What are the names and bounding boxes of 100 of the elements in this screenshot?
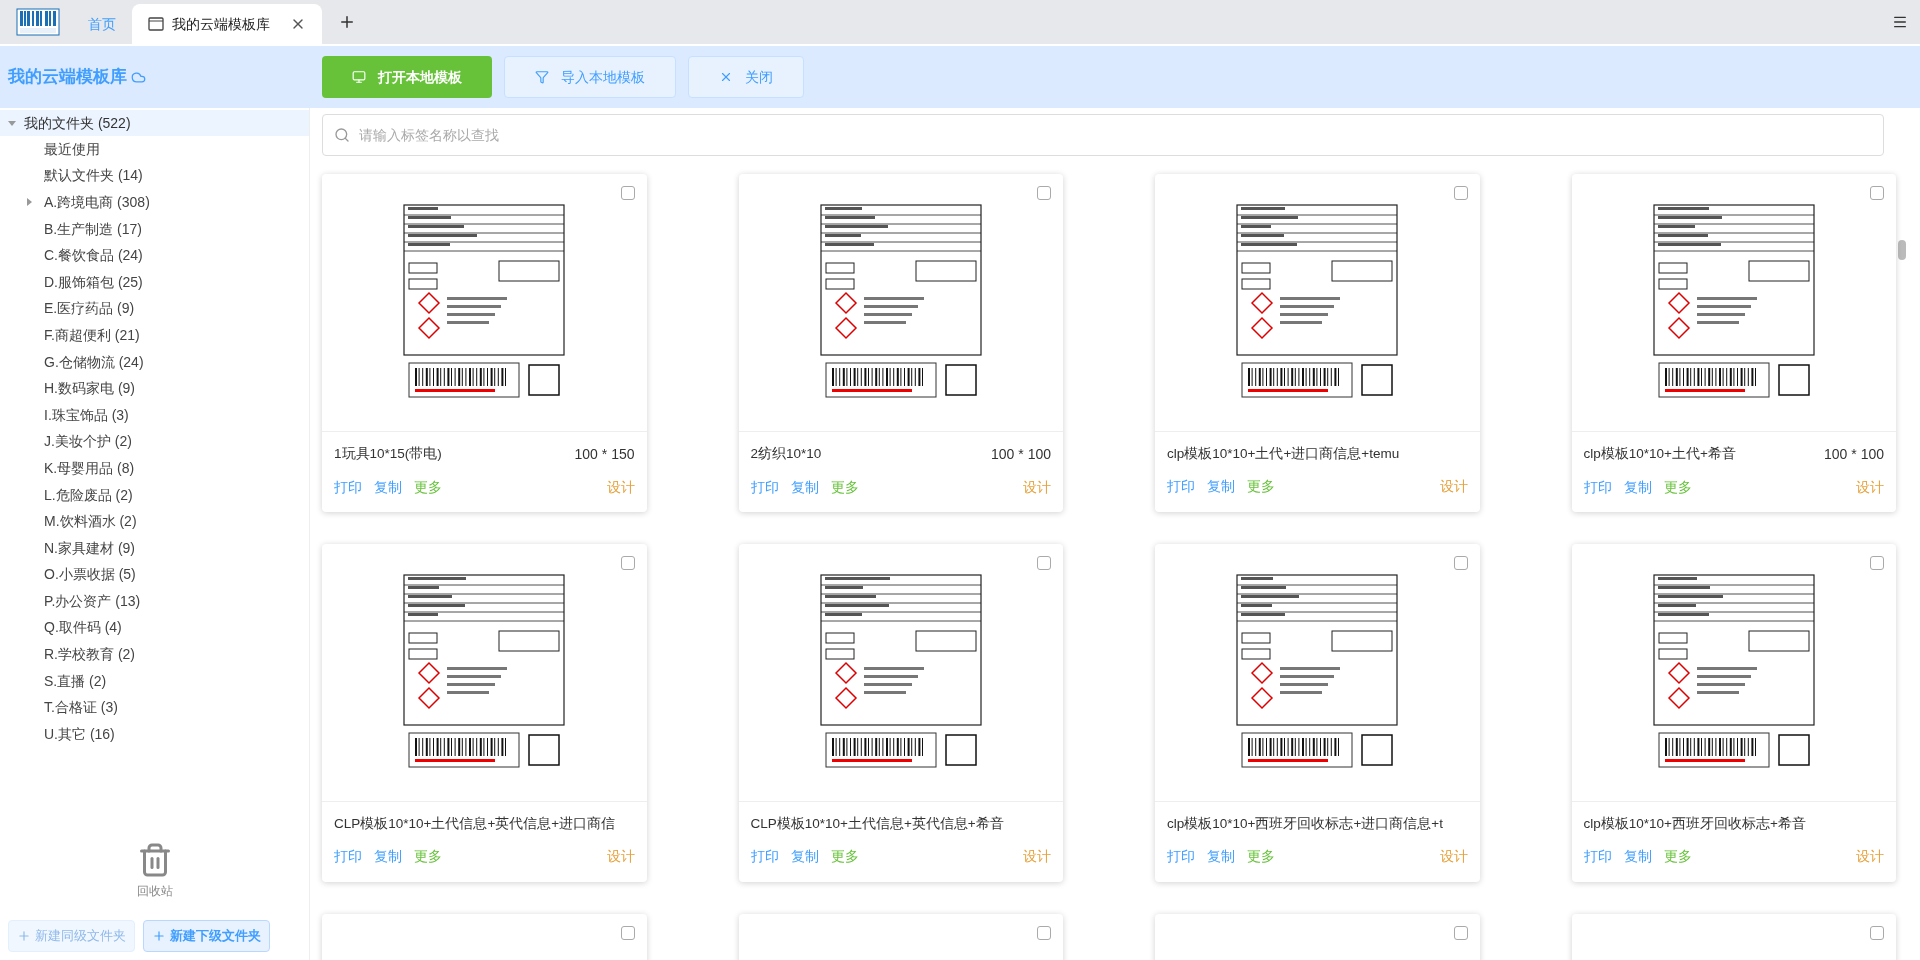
card-action-link[interactable]: 复制 bbox=[1207, 476, 1235, 498]
library-title: 我的云端模板库 bbox=[8, 66, 127, 89]
template-title: clp模板10*10+西班牙回收标志+希音 bbox=[1583, 815, 1806, 833]
tree-item[interactable]: I.珠宝饰品 (3) bbox=[0, 401, 309, 429]
template-card[interactable]: clp模板10*10+土代+希音 100 * 100 打印 复制 更多 设计 bbox=[1571, 174, 1896, 512]
card-action-link[interactable]: 复制 bbox=[1623, 477, 1652, 498]
tree-item[interactable]: 默认文件夹 (14) bbox=[0, 162, 309, 190]
design-link[interactable]: 设计 bbox=[1439, 846, 1468, 868]
window-icon bbox=[148, 17, 164, 31]
tree-item[interactable]: R.学校教育 (2) bbox=[0, 641, 309, 668]
design-link[interactable]: 设计 bbox=[1023, 477, 1051, 498]
template-title: CLP模板10*10+土代信息+英代信息+进口商信 bbox=[334, 815, 616, 833]
checkbox[interactable] bbox=[620, 186, 635, 200]
logo-icon bbox=[16, 8, 60, 36]
card-action-link[interactable]: 更多 bbox=[1663, 846, 1692, 868]
checkbox[interactable] bbox=[1453, 186, 1468, 200]
card-action-link[interactable]: 复制 bbox=[1207, 846, 1235, 868]
card-action-link[interactable]: 复制 bbox=[790, 477, 819, 498]
toolbar-button[interactable]: 关闭 bbox=[688, 56, 804, 98]
card-action-link[interactable]: 打印 bbox=[1583, 846, 1612, 868]
tree-item[interactable]: C.餐饮食品 (24) bbox=[0, 242, 309, 269]
tree-item[interactable]: P.办公资产 (13) bbox=[0, 588, 309, 615]
checkbox[interactable] bbox=[1870, 926, 1884, 940]
template-card[interactable]: clp模板10*10+西班牙回收标志+希音 打印 复制 更多 设计 bbox=[1571, 544, 1896, 882]
tree-item[interactable]: 我的文件夹 (522) bbox=[0, 110, 309, 136]
search-field[interactable]: 请输入标签名称以查找 bbox=[322, 114, 1884, 156]
design-link[interactable]: 设计 bbox=[1439, 476, 1468, 498]
card-action-link[interactable]: 更多 bbox=[414, 846, 442, 868]
card-action-link[interactable]: 复制 bbox=[374, 846, 402, 868]
design-link[interactable]: 设计 bbox=[1023, 846, 1051, 868]
template-size: 100 * 100 bbox=[991, 445, 1051, 464]
new-folder-button[interactable]: 新建下级文件夹 bbox=[143, 920, 270, 952]
tree-item[interactable]: D.服饰箱包 (25) bbox=[0, 268, 309, 296]
monitor-icon bbox=[352, 70, 366, 84]
template-card[interactable]: CLP模板10*10+土代信息+英代信息+希音 打印 复制 更多 设计 bbox=[738, 544, 1063, 882]
tree-item[interactable]: E.医疗药品 (9) bbox=[0, 295, 309, 323]
tab[interactable]: 我的云端模板库 bbox=[132, 4, 322, 44]
checkbox[interactable] bbox=[620, 926, 635, 940]
checkbox[interactable] bbox=[1453, 926, 1468, 940]
template-title: clp模板10*10+土代+希音 bbox=[1583, 445, 1736, 464]
new-tab-icon[interactable] bbox=[338, 13, 356, 31]
template-title: 1玩具10*15(带电) bbox=[334, 445, 442, 464]
tree-item[interactable]: J.美妆个护 (2) bbox=[0, 428, 309, 456]
template-card[interactable]: clp模板10*10+西班牙回收标志+进口商信息+t 打印 复制 更多 设计 bbox=[1155, 544, 1480, 882]
tab[interactable]: 首页 bbox=[72, 4, 132, 44]
card-action-link[interactable]: 打印 bbox=[1583, 477, 1612, 498]
card-action-link[interactable]: 复制 bbox=[1623, 846, 1652, 868]
design-link[interactable]: 设计 bbox=[606, 477, 635, 498]
tree-item[interactable]: F.商超便利 (21) bbox=[0, 322, 309, 349]
template-card[interactable]: 2纺织10*10 100 * 100 打印 复制 更多 设计 bbox=[738, 174, 1063, 512]
template-card[interactable]: CLP模板10*10+土代信息+英代信息+进口商信 打印 复制 更多 设计 bbox=[322, 544, 647, 882]
card-action-link[interactable]: 打印 bbox=[750, 477, 779, 498]
card-action-link[interactable]: 复制 bbox=[374, 477, 402, 498]
tree-item[interactable]: G.仓储物流 (24) bbox=[0, 348, 309, 376]
design-link[interactable]: 设计 bbox=[606, 846, 635, 868]
plus-icon bbox=[17, 929, 31, 943]
tree-item[interactable]: 最近使用 bbox=[0, 136, 309, 163]
design-link[interactable]: 设计 bbox=[1856, 846, 1884, 868]
tree-item[interactable]: U.其它 (16) bbox=[0, 721, 309, 748]
checkbox[interactable] bbox=[1453, 556, 1468, 570]
checkbox[interactable] bbox=[1037, 926, 1051, 940]
card-action-link[interactable]: 更多 bbox=[1663, 477, 1692, 498]
scrollbar[interactable] bbox=[1898, 240, 1906, 260]
menu-icon[interactable] bbox=[1892, 14, 1908, 30]
card-action-link[interactable]: 更多 bbox=[414, 477, 442, 498]
template-title: clp模板10*10+西班牙回收标志+进口商信息+t bbox=[1167, 815, 1443, 833]
checkbox[interactable] bbox=[1870, 556, 1884, 570]
toolbar-button[interactable]: 打开本地模板 bbox=[322, 56, 492, 98]
card-action-link[interactable]: 更多 bbox=[1247, 846, 1275, 868]
tree-item[interactable]: S.直播 (2) bbox=[0, 667, 309, 695]
tree-item[interactable]: B.生产制造 (17) bbox=[0, 215, 309, 243]
tree-item[interactable]: Q.取件码 (4) bbox=[0, 614, 309, 642]
checkbox[interactable] bbox=[1037, 186, 1051, 200]
tree-item[interactable]: M.饮料酒水 (2) bbox=[0, 508, 309, 535]
template-title: clp模板10*10+土代+进口商信息+temu bbox=[1167, 445, 1400, 463]
toolbar-button[interactable]: 导入本地模板 bbox=[504, 56, 676, 98]
tree-item[interactable]: H.数码家电 (9) bbox=[0, 375, 309, 402]
tree-item[interactable]: A.跨境电商 (308) bbox=[0, 189, 309, 216]
tree-item[interactable]: T.合格证 (3) bbox=[0, 694, 309, 722]
card-action-link[interactable]: 更多 bbox=[830, 846, 859, 868]
tree-item[interactable]: N.家具建材 (9) bbox=[0, 534, 309, 562]
card-action-link[interactable]: 打印 bbox=[1167, 846, 1195, 868]
checkbox[interactable] bbox=[1037, 556, 1051, 570]
search-icon bbox=[334, 127, 350, 143]
card-action-link[interactable]: 更多 bbox=[830, 477, 859, 498]
design-link[interactable]: 设计 bbox=[1856, 477, 1884, 498]
filter-icon bbox=[535, 70, 549, 84]
template-card[interactable]: 1玩具10*15(带电) 100 * 150 打印 复制 更多 设计 bbox=[322, 174, 647, 512]
tree-item[interactable]: O.小票收据 (5) bbox=[0, 561, 309, 589]
checkbox[interactable] bbox=[1870, 186, 1884, 200]
card-action-link[interactable]: 打印 bbox=[1167, 476, 1195, 498]
card-action-link[interactable]: 更多 bbox=[1247, 476, 1275, 498]
card-action-link[interactable]: 打印 bbox=[334, 477, 362, 498]
card-action-link[interactable]: 打印 bbox=[750, 846, 779, 868]
tree-item[interactable]: K.母婴用品 (8) bbox=[0, 455, 309, 482]
checkbox[interactable] bbox=[620, 556, 635, 570]
tree-item[interactable]: L.危险废品 (2) bbox=[0, 481, 309, 509]
card-action-link[interactable]: 复制 bbox=[790, 846, 819, 868]
template-card[interactable]: clp模板10*10+土代+进口商信息+temu 打印 复制 更多 设计 bbox=[1155, 174, 1480, 512]
card-action-link[interactable]: 打印 bbox=[334, 846, 362, 868]
